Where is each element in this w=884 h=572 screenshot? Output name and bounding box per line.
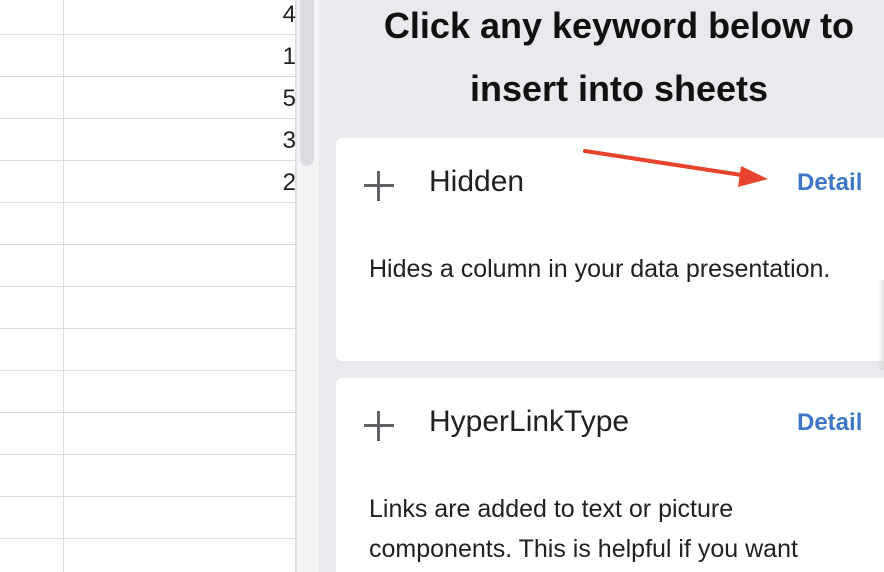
row-divider xyxy=(0,202,296,203)
row-divider xyxy=(0,370,296,371)
panel-edge-shadow xyxy=(878,280,884,370)
row-divider xyxy=(0,412,296,413)
row-divider xyxy=(0,34,296,35)
row-divider xyxy=(0,76,296,77)
panel-title-line-2: insert into sheets xyxy=(469,68,769,109)
row-divider xyxy=(0,496,296,497)
keyword-name[interactable]: Hidden xyxy=(429,162,524,202)
row-divider xyxy=(0,118,296,119)
keyword-description: Links are added to text or picture compo… xyxy=(369,495,798,563)
detail-link[interactable]: Detail xyxy=(797,407,862,439)
cell-value[interactable]: 3 xyxy=(268,121,296,161)
row-divider xyxy=(0,538,296,539)
cell-value[interactable]: 1 xyxy=(268,37,296,77)
cell-value[interactable]: 4 xyxy=(268,0,296,35)
keyword-card-header[interactable]: Hidden Detail xyxy=(336,138,884,228)
keyword-description: Hides a column in your data presentation… xyxy=(369,255,831,283)
detail-link[interactable]: Detail xyxy=(797,167,862,199)
keyword-panel: Click any keyword below to insert into s… xyxy=(319,0,884,572)
spreadsheet-grid[interactable]: 4 1 5 3 2 xyxy=(0,0,296,572)
row-divider xyxy=(0,328,296,329)
keyword-card-hidden: Hidden Detail Hides a column in your dat… xyxy=(336,138,884,361)
row-divider xyxy=(0,454,296,455)
panel-title: Click any keyword below to insert into s… xyxy=(319,0,884,126)
scrollbar-thumb[interactable] xyxy=(300,0,314,166)
cell-value[interactable]: 5 xyxy=(268,79,296,119)
row-divider xyxy=(0,160,296,161)
plus-icon[interactable] xyxy=(364,411,394,441)
keyword-card-header[interactable]: HyperLinkType Detail xyxy=(336,378,884,468)
keyword-card-hyperlinktype: HyperLinkType Detail Links are added to … xyxy=(336,378,884,572)
row-divider xyxy=(0,244,296,245)
plus-icon[interactable] xyxy=(364,171,394,201)
keyword-name[interactable]: HyperLinkType xyxy=(429,402,629,442)
panel-title-line-1: Click any keyword below to xyxy=(383,5,855,46)
cell-value[interactable]: 2 xyxy=(268,163,296,203)
row-divider xyxy=(0,286,296,287)
